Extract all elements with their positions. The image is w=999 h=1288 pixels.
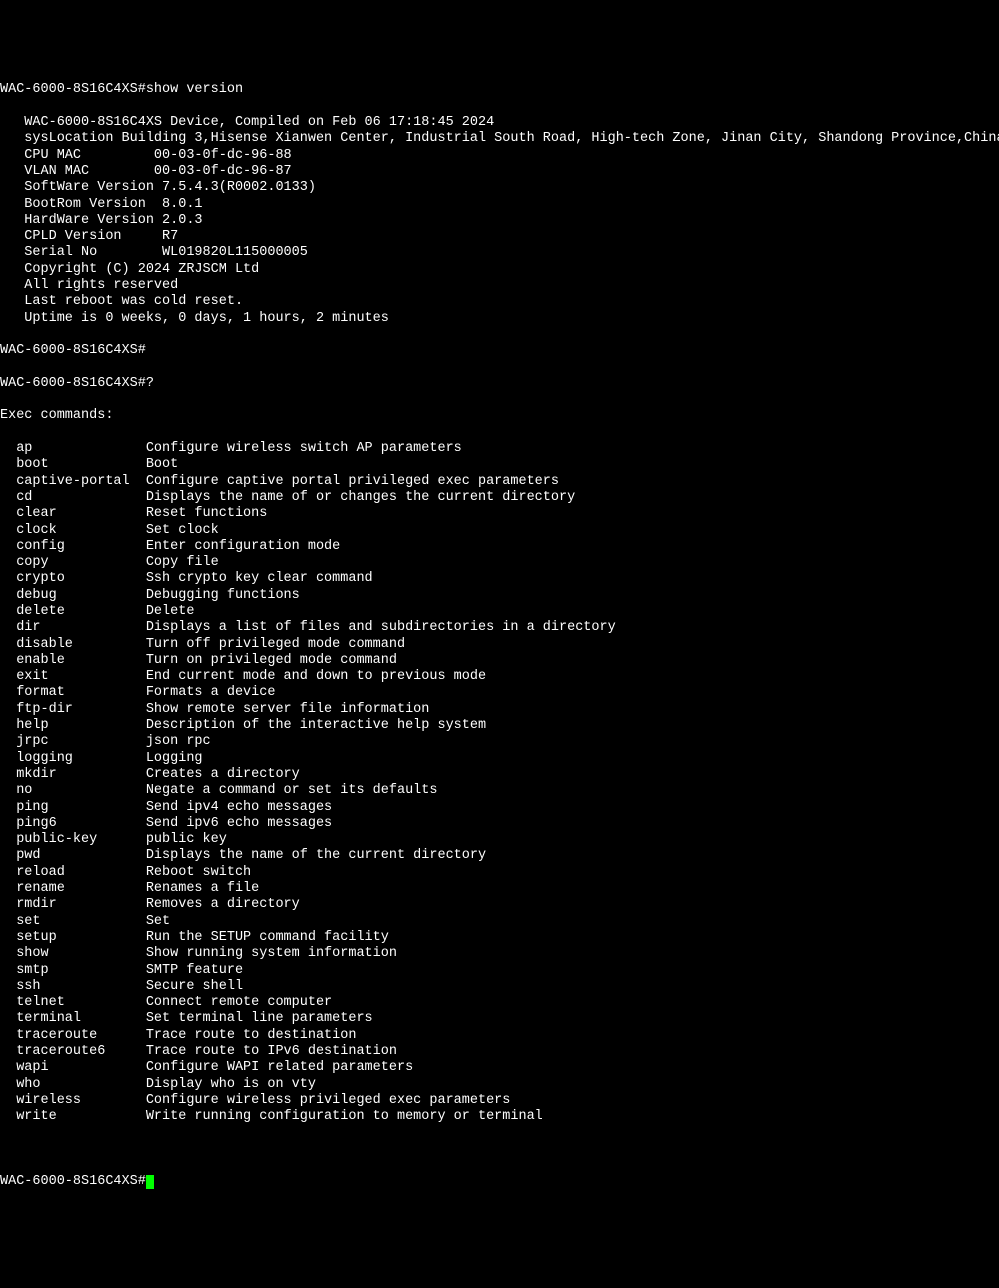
command-help-row: wapi Configure WAPI related parameters	[0, 1060, 999, 1076]
command-help-row: dir Displays a list of files and subdire…	[0, 620, 999, 636]
command-help-row: public-key public key	[0, 832, 999, 848]
exec-commands-header: Exec commands:	[0, 408, 999, 424]
prompt-line-3: WAC-6000-8S16C4XS#?	[0, 376, 999, 392]
command-help-row: mkdir Creates a directory	[0, 767, 999, 783]
command-help-row: traceroute6 Trace route to IPv6 destinat…	[0, 1044, 999, 1060]
prompt-line-current[interactable]: WAC-6000-8S16C4XS#	[0, 1174, 999, 1190]
command-help-row: who Display who is on vty	[0, 1077, 999, 1093]
command-help-row: ftp-dir Show remote server file informat…	[0, 702, 999, 718]
version-line: Serial No WL019820L115000005	[0, 245, 999, 261]
command-help-row: setup Run the SETUP command facility	[0, 930, 999, 946]
command-help-row: exit End current mode and down to previo…	[0, 669, 999, 685]
prompt-line-2: WAC-6000-8S16C4XS#	[0, 343, 999, 359]
prompt: WAC-6000-8S16C4XS#	[0, 82, 146, 97]
command-help-row: smtp SMTP feature	[0, 963, 999, 979]
command-help-row: debug Debugging functions	[0, 588, 999, 604]
prompt: WAC-6000-8S16C4XS#	[0, 343, 146, 358]
command-help-row: ap Configure wireless switch AP paramete…	[0, 441, 999, 457]
command-help-row: write Write running configuration to mem…	[0, 1109, 999, 1125]
command-help-row: logging Logging	[0, 751, 999, 767]
command-input: show version	[146, 82, 243, 97]
command-help-row: boot Boot	[0, 457, 999, 473]
command-help-row: delete Delete	[0, 604, 999, 620]
version-output: WAC-6000-8S16C4XS Device, Compiled on Fe…	[0, 115, 999, 327]
command-help-row: traceroute Trace route to destination	[0, 1028, 999, 1044]
command-help-row: config Enter configuration mode	[0, 539, 999, 555]
version-line: CPU MAC 00-03-0f-dc-96-88	[0, 148, 999, 164]
command-help-row: wireless Configure wireless privileged e…	[0, 1093, 999, 1109]
help-command: ?	[146, 376, 154, 391]
version-line: BootRom Version 8.0.1	[0, 197, 999, 213]
version-line: Uptime is 0 weeks, 0 days, 1 hours, 2 mi…	[0, 311, 999, 327]
version-line: Last reboot was cold reset.	[0, 294, 999, 310]
command-help-row: help Description of the interactive help…	[0, 718, 999, 734]
terminal-window[interactable]: WAC-6000-8S16C4XS#show version WAC-6000-…	[0, 65, 999, 1207]
command-help-row: reload Reboot switch	[0, 865, 999, 881]
command-help-row: no Negate a command or set its defaults	[0, 783, 999, 799]
cursor-icon	[146, 1175, 154, 1189]
version-line: HardWare Version 2.0.3	[0, 213, 999, 229]
command-help-row: clear Reset functions	[0, 506, 999, 522]
command-help-row: copy Copy file	[0, 555, 999, 571]
version-line: SoftWare Version 7.5.4.3(R0002.0133)	[0, 180, 999, 196]
version-line: WAC-6000-8S16C4XS Device, Compiled on Fe…	[0, 115, 999, 131]
command-help-row: captive-portal Configure captive portal …	[0, 474, 999, 490]
prompt: WAC-6000-8S16C4XS#	[0, 1174, 146, 1189]
command-help-row: rmdir Removes a directory	[0, 897, 999, 913]
version-line: sysLocation Building 3,Hisense Xianwen C…	[0, 131, 999, 147]
command-help-row: format Formats a device	[0, 685, 999, 701]
command-help-row: cd Displays the name of or changes the c…	[0, 490, 999, 506]
blank-line	[0, 1142, 999, 1158]
command-help-row: disable Turn off privileged mode command	[0, 637, 999, 653]
version-line: CPLD Version R7	[0, 229, 999, 245]
command-help-row: ping Send ipv4 echo messages	[0, 800, 999, 816]
command-help-row: enable Turn on privileged mode command	[0, 653, 999, 669]
command-help-row: set Set	[0, 914, 999, 930]
command-help-row: show Show running system information	[0, 946, 999, 962]
command-help-row: ssh Secure shell	[0, 979, 999, 995]
version-line: VLAN MAC 00-03-0f-dc-96-87	[0, 164, 999, 180]
commands-list: ap Configure wireless switch AP paramete…	[0, 441, 999, 1125]
prompt-line-1: WAC-6000-8S16C4XS#show version	[0, 82, 999, 98]
version-line: Copyright (C) 2024 ZRJSCM Ltd	[0, 262, 999, 278]
command-help-row: rename Renames a file	[0, 881, 999, 897]
version-line: All rights reserved	[0, 278, 999, 294]
command-help-row: crypto Ssh crypto key clear command	[0, 571, 999, 587]
command-help-row: pwd Displays the name of the current dir…	[0, 848, 999, 864]
command-help-row: clock Set clock	[0, 523, 999, 539]
command-help-row: telnet Connect remote computer	[0, 995, 999, 1011]
command-help-row: ping6 Send ipv6 echo messages	[0, 816, 999, 832]
prompt: WAC-6000-8S16C4XS#	[0, 376, 146, 391]
command-help-row: jrpc json rpc	[0, 734, 999, 750]
command-help-row: terminal Set terminal line parameters	[0, 1011, 999, 1027]
